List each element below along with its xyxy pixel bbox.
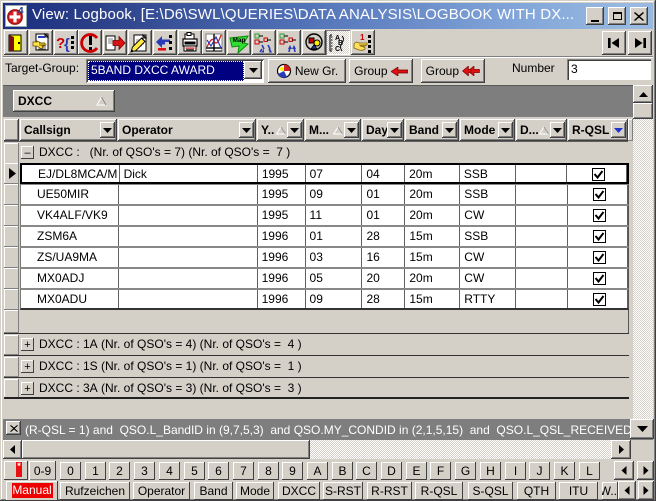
svg-text:Map: Map (233, 37, 246, 44)
svg-text:1: 1 (360, 33, 365, 42)
svg-text:4: 4 (18, 6, 24, 17)
svg-text:{: { (64, 36, 70, 53)
svg-text:C: C (335, 46, 340, 53)
